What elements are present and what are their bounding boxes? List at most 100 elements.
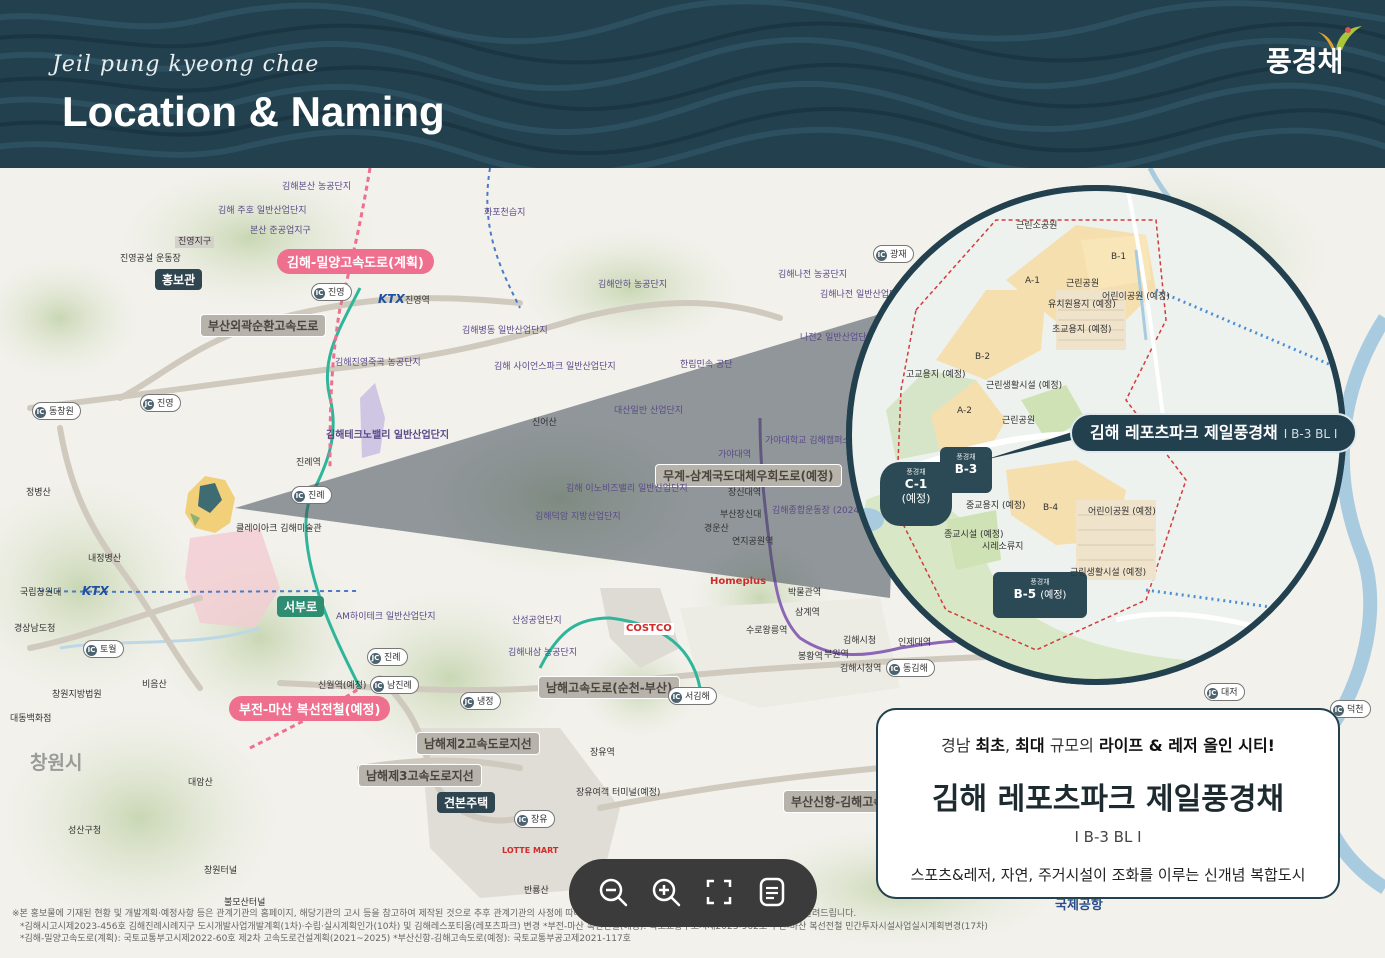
facility-label: 근린생활시설 (예정): [1070, 568, 1147, 578]
road-label: 김해-밀양고속도로(계획): [277, 249, 434, 274]
area-label: 김해 사이언스파크 일반산업단지: [494, 362, 616, 372]
model-house-label[interactable]: 견본주택: [437, 792, 496, 813]
place-label: 국립창원대: [20, 588, 62, 598]
place-label: 연지공원역: [732, 537, 774, 547]
fullscreen-icon[interactable]: [702, 875, 736, 909]
place-label: 박물관역: [788, 588, 822, 598]
page-title: Location & Naming: [62, 88, 445, 135]
road-label: 남해고속도로(순천-부산): [538, 676, 681, 699]
homeplus-label: Homeplus: [710, 576, 767, 587]
lotte-mart-label: LOTTE MART: [502, 846, 559, 855]
area-label: 김해 주호 일반산업단지: [218, 206, 307, 216]
footnote-line: ※본 홍보물에 기재된 현황 및 개발계획·예정사항 등은 관계기관의 홈페이지…: [12, 909, 857, 919]
area-label: 진영지구: [175, 236, 215, 249]
area-label: 김해테크노밸리 일반산업단지: [326, 430, 450, 441]
facility-label: 초교용지 (예정): [1052, 325, 1112, 335]
place-label: 비음산: [142, 680, 167, 690]
area-label: 김해본산 농공단지: [282, 182, 352, 192]
facility-label: 어린이공원 (예정): [1102, 292, 1170, 302]
area-label: 산성공업단지: [512, 616, 562, 626]
station-label: 가야대역: [718, 450, 752, 460]
facility-label: 고교용지 (예정): [906, 370, 966, 380]
road-label: 서부로: [277, 596, 325, 617]
rail-label: 부전-마산 복선전철(예정): [229, 696, 391, 721]
area-label: 한림민속 공단: [680, 360, 733, 370]
brand-logo: 풍경채: [1266, 45, 1344, 78]
facility-label: 근린공원: [1066, 279, 1100, 289]
place-label: 봉황역: [798, 652, 823, 662]
area-label: 장유역: [590, 748, 615, 758]
road-label: 남해제3고속도로지선: [358, 764, 482, 787]
facility-label: 근린공원: [1002, 416, 1036, 426]
place-label: 부산장신대: [720, 510, 762, 520]
promo-center-label[interactable]: 홍보관: [155, 269, 203, 290]
station-label: 진례역: [296, 458, 321, 468]
block-c1-marker[interactable]: 풍경채 C-1 (예정): [880, 462, 952, 526]
info-box: 경남 최초, 최대 규모의 라이프 & 레저 올인 시티! 김해 레포츠파크 제…: [876, 708, 1340, 899]
block-label: A-2: [957, 406, 972, 416]
area-label: 화포천습지: [484, 208, 526, 218]
place-label: 성산구청: [68, 826, 102, 836]
place-label: 수로왕릉역: [746, 626, 788, 636]
facility-label: 근린생활시설 (예정): [986, 381, 1063, 391]
place-label: 경운산: [704, 524, 729, 534]
area-label: 본산 준공업지구: [250, 226, 311, 236]
area-label: 클레이아크 김해미술관: [236, 524, 322, 534]
station-label: 신월역(예정): [318, 681, 367, 691]
place-label: 경상남도청: [14, 624, 56, 634]
ic-label: IC 남진례: [370, 676, 419, 694]
block-label: B-4: [1043, 503, 1059, 513]
ic-label: IC 서김해: [668, 687, 717, 705]
road-label: 부산외곽순환고속도로: [200, 314, 327, 337]
area-label: AM하이테크 일반산업단지: [336, 612, 436, 622]
costco-label: COSTCO: [624, 623, 674, 635]
place-label: 삼계역: [795, 608, 820, 618]
ic-label: IC 동창원: [32, 402, 81, 420]
place-label: 대암산: [188, 778, 213, 788]
tagline: 경남 최초, 최대 규모의 라이프 & 레저 올인 시티!: [941, 736, 1275, 755]
ic-label: JC 진례: [367, 648, 408, 666]
facility-label: 시레소류지: [982, 542, 1024, 552]
wave-pattern: [0, 0, 1385, 168]
footnotes: ※본 홍보물에 기재된 현황 및 개발계획·예정사항 등은 관계기관의 홈페이지…: [12, 908, 988, 946]
info-title: 김해 레포츠파크 제일풍경채: [931, 782, 1285, 817]
facility-label: 종교시설 (예정): [944, 530, 1004, 540]
ic-label: IC 토월: [83, 640, 124, 658]
place-label: 신어산: [532, 418, 557, 428]
city-label: 창원시: [30, 752, 83, 774]
notes-icon[interactable]: [755, 875, 789, 909]
road-label: 남해제2고속도로지선: [416, 732, 540, 755]
place-label: 내정병산: [88, 554, 122, 564]
ic-label: IC 진영: [311, 283, 352, 301]
area-label: 장유여객 터미널(예정): [576, 788, 661, 798]
airport-label: 국제공항: [1055, 898, 1103, 913]
area-label: 김해 이노비즈밸리 일반산업단지: [566, 484, 688, 494]
block-label: A-1: [1025, 276, 1040, 286]
facility-label: 근린소공원: [1016, 221, 1058, 231]
area-label: 김해내삼 농공단지: [508, 648, 578, 658]
complex-callout[interactable]: 김해 레포츠파크 제일풍경채 I B-3 BL I: [1070, 413, 1358, 453]
footnote-line: *김해-밀양고속도로(계획): 국토교통부고시제2022-60호 제2차 고속도…: [20, 934, 631, 945]
area-label: 김해덕암 지방산업단지: [535, 512, 621, 522]
footnote-line: *김해시고시제2023-456호 김해진례시례지구 도시개발사업개발계획(1차)…: [20, 921, 988, 932]
area-label: 진영공설 운동장: [120, 254, 181, 264]
station-label: 진영역: [405, 296, 430, 306]
info-block: I B-3 BL I: [1074, 828, 1142, 846]
zoom-out-icon[interactable]: [596, 875, 630, 909]
place-label: 대동백화점: [10, 714, 52, 724]
facility-label: 중교용지 (예정): [966, 501, 1026, 511]
info-description: 스포츠&레저, 자연, 주거시설이 조화를 이루는 신개념 복합도시: [910, 866, 1306, 884]
masterplan-circle[interactable]: [826, 180, 1385, 740]
ic-label: JC 냉정: [460, 692, 501, 710]
ktx-label: KTX: [82, 584, 109, 598]
block-label: B-1: [1111, 252, 1127, 262]
area-label: 김해병동 일반산업단지: [462, 326, 548, 336]
block-b5-marker[interactable]: 풍경채 B-5 (예정): [993, 572, 1087, 618]
place-label: 불모산터널: [224, 898, 266, 908]
ic-label: IC 진례: [291, 486, 332, 504]
zoom-in-icon[interactable]: [649, 875, 683, 909]
area-label: 김해진영죽곡 농공단지: [335, 358, 421, 368]
place-label: 창원지방법원: [52, 690, 102, 700]
viewer-toolbar: [569, 859, 817, 927]
ic-label: JC 진영: [140, 394, 181, 412]
